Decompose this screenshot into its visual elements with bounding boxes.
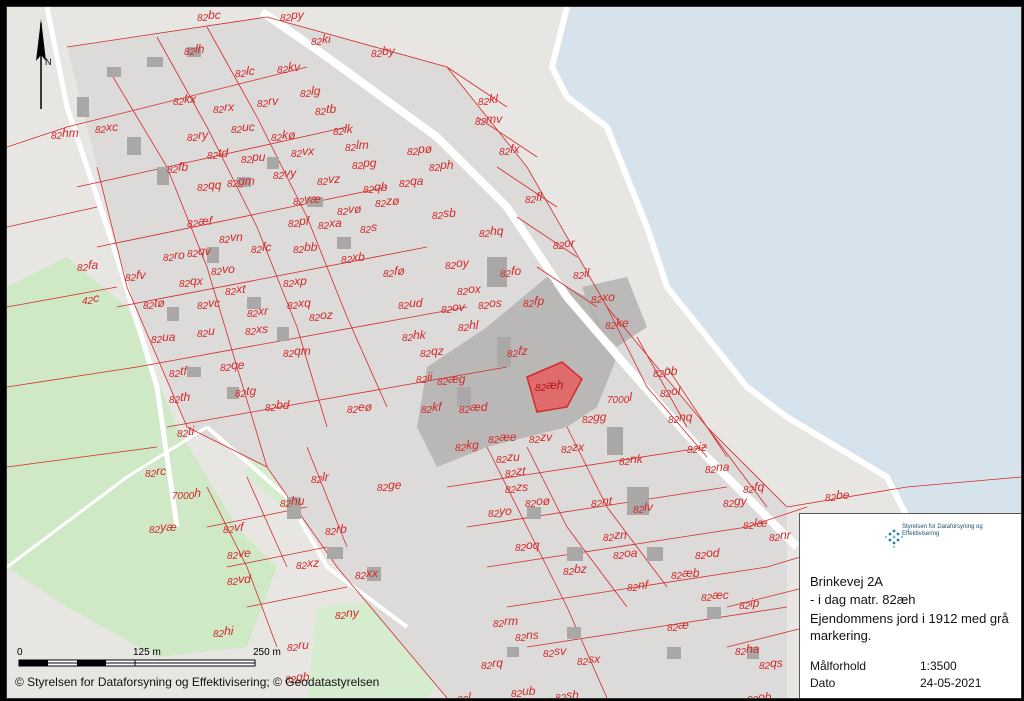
north-arrow-label: N [45,57,51,67]
description-text: Ejendommens jord i 1912 med grå markerin… [810,611,1009,643]
scale-label-250: 250 m [253,647,281,658]
address-text: Brinkevej 2A [810,574,883,589]
date-value: 24-05-2021 [920,676,982,690]
scale-label-0: 0 [17,647,23,658]
matr-text: - i dag matr. 82æh [810,592,916,607]
north-arrow-icon: N [36,19,51,109]
info-box: Styrelsen for Dataforsyning og Effektivi… [799,513,1021,698]
logo-text: Styrelsen for Dataforsyning og Effektivi… [902,524,983,537]
scale-bar: 0 125 m 250 m [17,647,297,677]
scale-label-125: 125 m [133,647,161,658]
scale-bar-graphic [18,659,256,667]
map-frame: 82bc 82py 82ki 82by 82lh 82lc 82kv 82kx 82lg 82rx… [6,6,1022,699]
scale-value: 1:3500 [920,659,957,673]
copyright-text: © Styrelsen for Dataforsyning og Effekti… [15,675,380,689]
scale-label: Målforhold [810,659,867,673]
date-label: Dato [810,676,836,690]
